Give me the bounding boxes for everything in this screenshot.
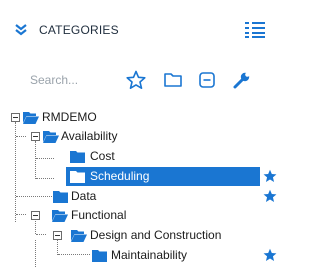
collapse-toggle-icon[interactable] xyxy=(31,132,40,141)
tree-item-functional[interactable]: Functional xyxy=(0,206,280,225)
tree-item-data[interactable]: Data xyxy=(0,187,280,206)
tree-item-label: Availability xyxy=(61,129,118,143)
tree-item-label: Functional xyxy=(71,208,127,222)
category-tree: RMDEMO Availability Cost Scheduling Data xyxy=(0,108,280,267)
tree-item-label: Cost xyxy=(90,149,115,163)
tree-item-label: Design and Construction xyxy=(90,228,222,242)
double-chevron-down-icon[interactable] xyxy=(14,24,28,36)
folder-icon xyxy=(70,151,86,163)
folder-open-icon xyxy=(23,112,39,124)
tree-item-design-and-construction[interactable]: Design and Construction xyxy=(0,226,280,245)
star-outline-icon[interactable] xyxy=(126,70,146,90)
tree-item-rmdemo[interactable]: RMDEMO xyxy=(0,108,280,127)
folder-icon xyxy=(92,250,108,262)
folder-open-icon xyxy=(43,131,59,143)
numbered-list-icon[interactable] xyxy=(245,21,267,39)
tree-item-label: Maintainability xyxy=(111,248,188,262)
tree-item-scheduling[interactable]: Scheduling xyxy=(0,167,280,186)
tree-item-availability[interactable]: Availability xyxy=(0,127,280,146)
star-icon[interactable] xyxy=(263,169,277,183)
tree-item-label: Data xyxy=(71,189,97,203)
folder-open-icon xyxy=(52,210,68,222)
star-icon[interactable] xyxy=(263,248,277,262)
panel-title: CATEGORIES xyxy=(39,23,119,37)
folder-open-icon xyxy=(71,230,87,242)
tree-item-maintainability[interactable]: Maintainability xyxy=(0,246,280,265)
toolbar xyxy=(0,62,280,98)
tree-item-cost[interactable]: Cost xyxy=(0,147,280,166)
tree-item-label: RMDEMO xyxy=(42,110,97,124)
star-icon[interactable] xyxy=(263,189,277,203)
folder-icon xyxy=(70,171,86,183)
collapse-toggle-icon[interactable] xyxy=(53,231,62,240)
collapse-minus-icon[interactable] xyxy=(197,70,217,90)
collapse-toggle-icon[interactable] xyxy=(11,113,20,122)
wrench-icon[interactable] xyxy=(232,70,252,90)
tree-item-label: Scheduling xyxy=(90,169,150,183)
collapse-toggle-icon[interactable] xyxy=(31,211,40,220)
folder-icon xyxy=(53,191,69,203)
categories-header: CATEGORIES xyxy=(0,0,280,58)
folder-outline-icon[interactable] xyxy=(163,70,183,90)
search-input[interactable] xyxy=(30,70,110,90)
